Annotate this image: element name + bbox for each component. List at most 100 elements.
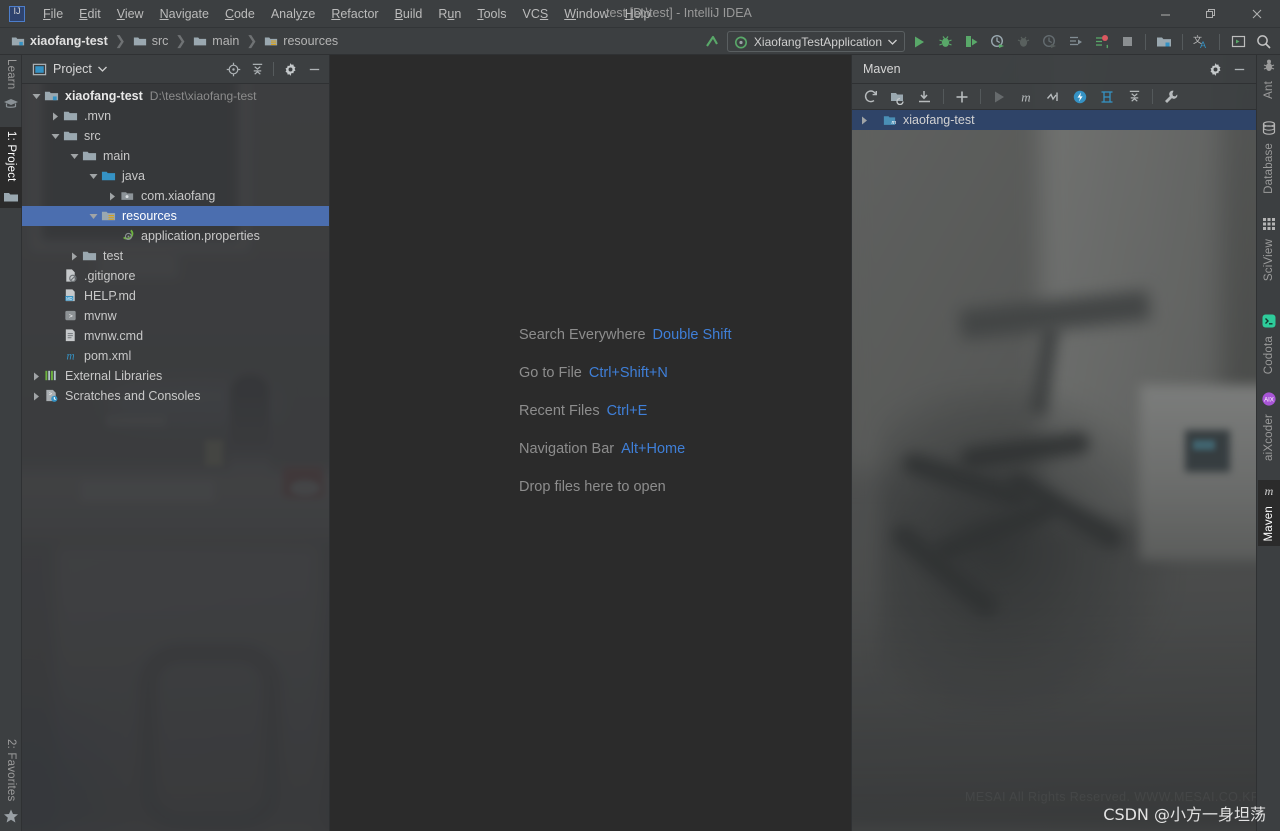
menu-item-tools[interactable]: Tools xyxy=(469,3,514,25)
chevron-down-icon[interactable] xyxy=(87,170,99,182)
run-maven-build-icon[interactable] xyxy=(986,85,1012,109)
sidebar-item-learn[interactable]: Learn xyxy=(0,55,22,115)
tree-row[interactable]: > Scratches and Consoles xyxy=(22,386,329,406)
execute-goal-icon[interactable]: m xyxy=(1013,85,1039,109)
menu-item-navigate[interactable]: Navigate xyxy=(152,3,217,25)
sidebar-item-maven[interactable]: m Maven xyxy=(1258,480,1280,546)
tree-row[interactable]: resources xyxy=(22,206,329,226)
run-button[interactable] xyxy=(907,31,931,53)
breadcrumb-item-main[interactable]: main xyxy=(190,32,242,50)
breadcrumb-item-xiaofang-test[interactable]: xiaofang-test xyxy=(8,32,111,50)
main-menu: File Edit View Navigate Code Analyze Refactor B… xyxy=(35,3,658,25)
collapse-all-icon[interactable] xyxy=(246,58,268,80)
toggle-offline-icon[interactable] xyxy=(1067,85,1093,109)
tree-row[interactable]: src xyxy=(22,126,329,146)
sidebar-item-codota[interactable]: Codota xyxy=(1258,310,1280,378)
generate-sources-icon[interactable] xyxy=(885,85,911,109)
chevron-down-icon[interactable] xyxy=(68,150,80,162)
maven-project-name: xiaofang-test xyxy=(903,113,975,127)
profile-button[interactable] xyxy=(985,31,1009,53)
debug-button[interactable] xyxy=(933,31,957,53)
chevron-right-icon[interactable] xyxy=(858,114,870,126)
sidebar-item-sciview[interactable]: SciView xyxy=(1258,213,1280,285)
editor-area[interactable]: Search Everywhere Double Shift Go to File C… xyxy=(330,55,851,831)
database-icon xyxy=(1262,121,1276,135)
chevron-right-icon[interactable] xyxy=(49,110,61,122)
maven-settings-icon[interactable] xyxy=(1158,85,1184,109)
menu-item-file[interactable]: File xyxy=(35,3,71,25)
tree-row[interactable]: test xyxy=(22,246,329,266)
tree-row[interactable]: java xyxy=(22,166,329,186)
tree-row[interactable]: External Libraries xyxy=(22,366,329,386)
editor-hint-action: Drop files here to open xyxy=(519,479,666,495)
add-maven-project-icon[interactable] xyxy=(949,85,975,109)
translate-button[interactable]: 文 A xyxy=(1189,31,1213,53)
sidebar-item-project[interactable]: 1: Project xyxy=(0,127,22,208)
menu-item-analyze[interactable]: Analyze xyxy=(263,3,323,25)
menu-item-vcs[interactable]: VCS xyxy=(515,3,557,25)
sidebar-item-aixcoder[interactable]: AIX aiXcoder xyxy=(1258,388,1280,465)
gear-icon[interactable] xyxy=(279,58,301,80)
terminal-button[interactable] xyxy=(1226,31,1250,53)
tree-row[interactable]: application.properties xyxy=(22,226,329,246)
navigation-bar: xiaofang-test ❯ src ❯ main ❯ resources Xiaofan… xyxy=(0,28,1280,55)
tree-row[interactable]: > mvnw xyxy=(22,306,329,326)
menu-item-edit[interactable]: Edit xyxy=(71,3,109,25)
tree-row[interactable]: main xyxy=(22,146,329,166)
chevron-down-icon[interactable] xyxy=(87,210,99,222)
close-button[interactable] xyxy=(1234,0,1280,28)
chevron-right-icon[interactable] xyxy=(106,190,118,202)
breakpoints-button[interactable] xyxy=(1089,31,1113,53)
chevron-down-icon[interactable] xyxy=(49,130,61,142)
menu-item-code[interactable]: Code xyxy=(217,3,263,25)
breadcrumb-item-resources[interactable]: resources xyxy=(261,32,341,50)
run-configuration-selector[interactable]: XiaofangTestApplication xyxy=(726,31,905,52)
collapse-all-icon[interactable] xyxy=(1121,85,1147,109)
tree-row[interactable]: mvnw.cmd xyxy=(22,326,329,346)
tree-row[interactable]: .gitignore xyxy=(22,266,329,286)
sidebar-item-database[interactable]: Database xyxy=(1258,117,1280,198)
search-icon[interactable] xyxy=(1252,31,1276,53)
hide-icon[interactable] xyxy=(303,58,325,80)
tree-row[interactable]: xiaofang-test D:\test\xiaofang-test xyxy=(22,86,329,106)
chevron-right-icon[interactable] xyxy=(68,250,80,262)
tree-row[interactable]: m pom.xml xyxy=(22,346,329,366)
sidebar-item-ant[interactable]: Ant xyxy=(1258,55,1280,103)
attach-profiler-button[interactable] xyxy=(1011,31,1035,53)
run-dashboard-button[interactable] xyxy=(1037,31,1061,53)
tree-row[interactable]: MD HELP.md xyxy=(22,286,329,306)
minimize-button[interactable] xyxy=(1142,0,1188,28)
restore-button[interactable] xyxy=(1188,0,1234,28)
menu-item-build[interactable]: Build xyxy=(387,3,431,25)
maven-projects-tree[interactable]: m xiaofang-test xyxy=(852,110,1256,831)
locate-file-icon[interactable] xyxy=(222,58,244,80)
gear-icon[interactable] xyxy=(1204,58,1226,80)
menu-item-refactor[interactable]: Refactor xyxy=(323,3,386,25)
run-with-coverage-button[interactable] xyxy=(959,31,983,53)
reload-projects-icon[interactable] xyxy=(858,85,884,109)
tree-node-label: External Libraries xyxy=(65,369,163,383)
back-arrow-icon[interactable] xyxy=(701,31,725,53)
project-tree[interactable]: xiaofang-test D:\test\xiaofang-test .mvn sr… xyxy=(22,84,329,831)
tree-row[interactable]: com.xiaofang xyxy=(22,186,329,206)
tree-row[interactable]: .mvn xyxy=(22,106,329,126)
menu-item-view[interactable]: View xyxy=(109,3,152,25)
maven-tree-row[interactable]: m xiaofang-test xyxy=(852,110,1256,130)
toggle-skip-tests-icon[interactable] xyxy=(1040,85,1066,109)
download-sources-icon[interactable] xyxy=(912,85,938,109)
chevron-right-icon[interactable] xyxy=(30,390,42,402)
breadcrumb-item-src[interactable]: src xyxy=(130,32,172,50)
editor-hint: Drop files here to open xyxy=(519,479,732,495)
menu-item-run[interactable]: Run xyxy=(430,3,469,25)
run-all-button[interactable] xyxy=(1063,31,1087,53)
project-panel-title-group[interactable]: Project xyxy=(32,62,107,77)
show-dependencies-icon[interactable] xyxy=(1094,85,1120,109)
sidebar-item-favorites[interactable]: 2: Favorites xyxy=(0,735,22,827)
hide-icon[interactable] xyxy=(1228,58,1250,80)
chevron-down-icon[interactable] xyxy=(30,90,42,102)
project-structure-button[interactable] xyxy=(1152,31,1176,53)
stop-button[interactable] xyxy=(1115,31,1139,53)
chevron-right-icon[interactable] xyxy=(30,370,42,382)
editor-hint-shortcut: Alt+Home xyxy=(621,441,686,457)
